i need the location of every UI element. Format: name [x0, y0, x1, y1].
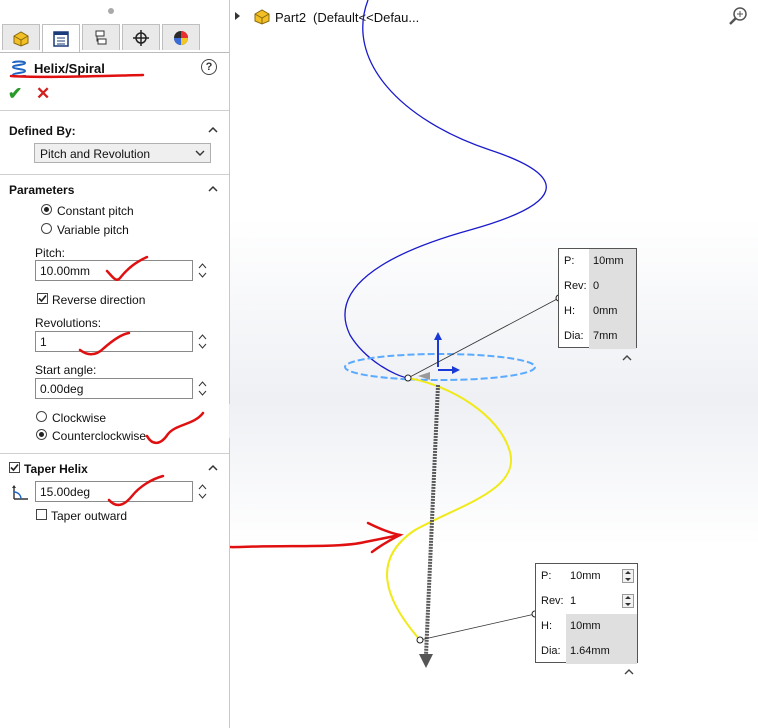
callout-collapse-chevron-icon[interactable] — [621, 353, 633, 363]
pitch-callout-spinner[interactable] — [622, 569, 634, 583]
callout-end-row: P: 10mm — [536, 564, 637, 589]
axis-arrow-end — [419, 654, 433, 668]
revolutions-callout-spinner[interactable] — [622, 594, 634, 608]
start-circle — [344, 353, 536, 381]
callout-collapse-chevron-icon[interactable] — [623, 667, 635, 677]
callout-end-row: Dia: 1.64mm — [536, 639, 637, 664]
callout-end[interactable]: P: 10mm Rev: 1 H: 10mm Dia: 1.64mm — [535, 563, 638, 664]
callout-end-row: Rev: 1 — [536, 589, 637, 614]
callout-start-row: Rev: 0 — [559, 274, 636, 299]
graphics-viewport[interactable]: Part2 (Default<<Defau... P: 10mm Rev: 0 … — [230, 0, 758, 728]
helix-yellow-curve — [386, 377, 513, 641]
helix-blue-curve — [344, 0, 547, 379]
callout-start-row: H: 0mm — [559, 299, 636, 324]
callout-start-row: P: 10mm — [559, 249, 636, 274]
helix-preview-graphics — [230, 0, 563, 668]
property-manager-panel: Helix/Spiral ? ✔ ✕ Defined By: Pitch and… — [0, 0, 230, 728]
red-annotation-marks — [9, 73, 205, 507]
callout-start[interactable]: P: 10mm Rev: 0 H: 0mm Dia: 7mm — [558, 248, 637, 349]
callout-start-row: Dia: 7mm — [559, 324, 636, 349]
callout-end-row: H: 10mm — [536, 614, 637, 639]
